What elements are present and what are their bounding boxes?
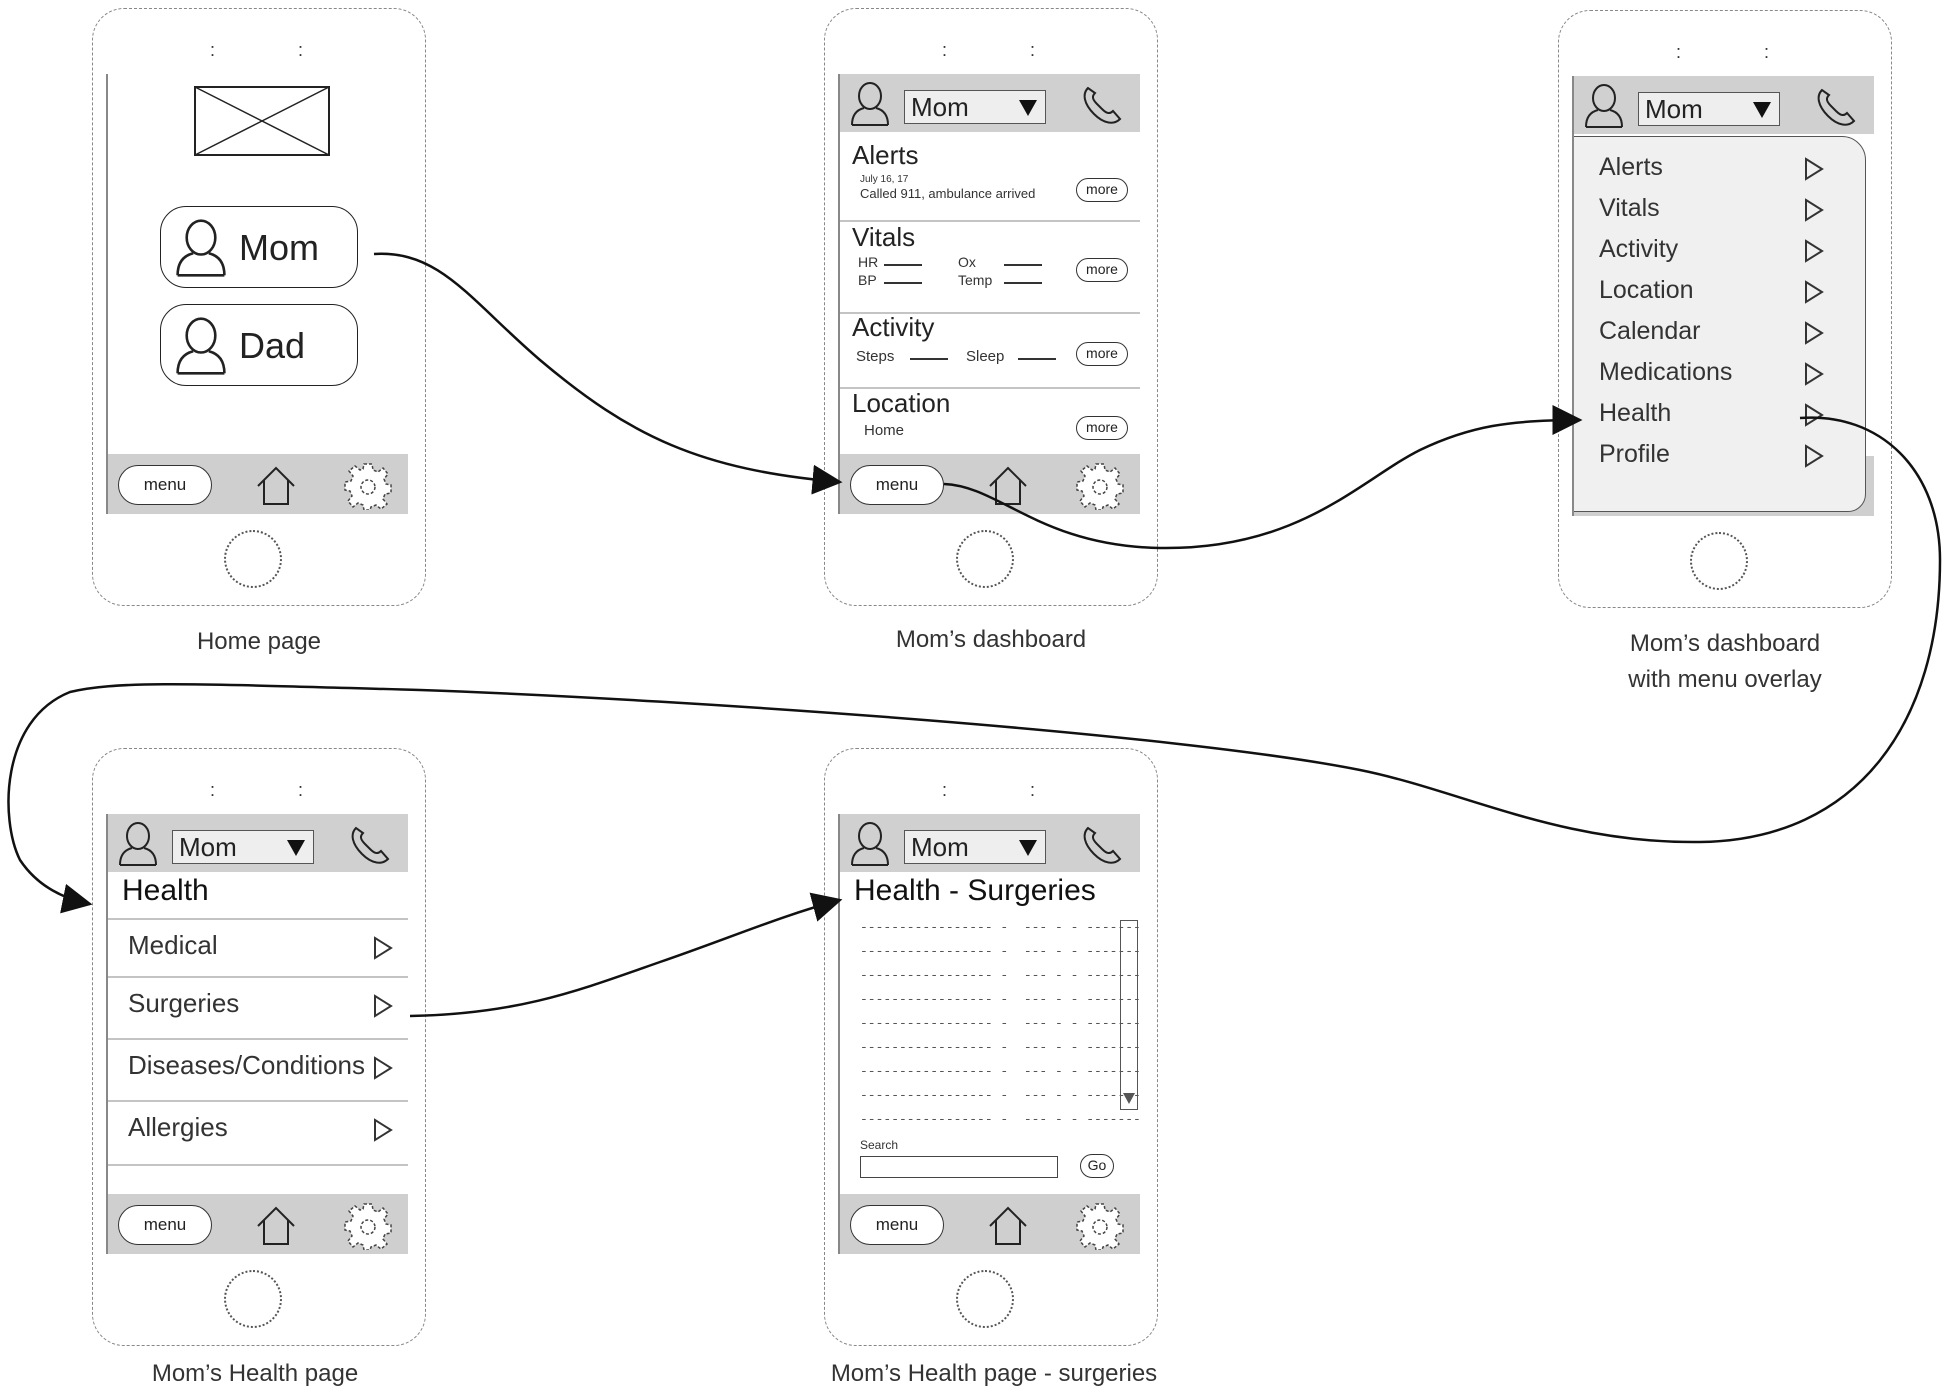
flow-connectors xyxy=(7,252,1942,1018)
arrow-health-to-surgeries xyxy=(409,892,843,1018)
arrow-home-to-dashboard xyxy=(373,252,843,495)
arrow-dashboard-to-menu xyxy=(943,405,1583,550)
